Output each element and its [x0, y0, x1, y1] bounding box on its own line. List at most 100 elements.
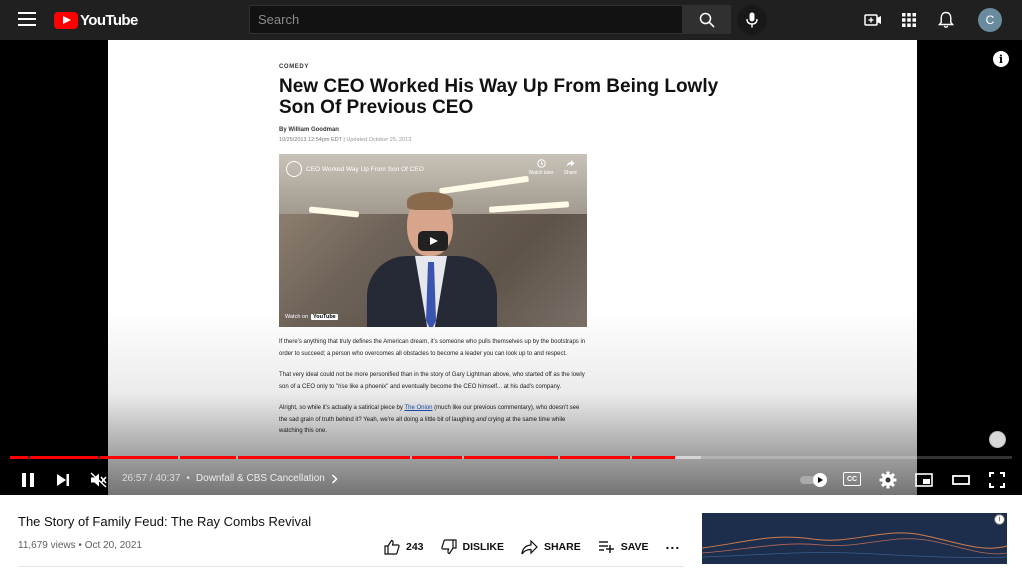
settings-button[interactable]	[876, 468, 900, 492]
chevron-right-icon[interactable]	[331, 473, 338, 484]
create-video-button[interactable]	[863, 10, 883, 30]
onion-logo-icon	[286, 161, 302, 177]
logo-wordmark: YouTube	[80, 11, 138, 29]
embed-watch-on-label: Watch on	[285, 314, 309, 320]
article-byline: By William Goodman	[279, 127, 339, 133]
search-box	[249, 5, 683, 34]
gear-icon	[879, 471, 897, 489]
embed-share-label: Share	[563, 170, 577, 176]
theater-mode-icon	[952, 475, 970, 485]
article-text-italic: and	[476, 416, 487, 423]
chapter-segment[interactable]	[30, 456, 98, 459]
notifications-button[interactable]	[936, 10, 956, 30]
video-meta: 11,679 views • Oct 20, 2021	[18, 540, 142, 551]
chapter-segment[interactable]	[180, 456, 236, 459]
youtube-play-icon	[54, 11, 78, 29]
time-text: 26:57 / 40:37	[122, 473, 180, 484]
search-input[interactable]	[250, 6, 682, 33]
current-time: 26:57	[122, 473, 148, 484]
info-card-button[interactable]: i	[993, 51, 1009, 67]
upload-date: Oct 20, 2021	[84, 540, 142, 551]
chapter-segment[interactable]	[928, 456, 1012, 459]
total-time: 40:37	[155, 473, 181, 484]
dislike-label: DISLIKE	[462, 541, 504, 553]
search-icon	[699, 12, 715, 28]
share-arrow-icon	[566, 160, 575, 167]
like-count: 243	[406, 541, 424, 553]
embed-play-icon	[418, 231, 448, 251]
account-avatar[interactable]: C	[978, 8, 1002, 32]
clock-icon	[536, 159, 546, 168]
view-count: 11,679 views	[18, 540, 76, 551]
article-paragraph: Alright, so while it's actually a satiri…	[279, 403, 589, 438]
volume-muted-icon	[90, 472, 107, 488]
video-frame: COMEDY New CEO Worked His Way Up From Be…	[108, 40, 917, 495]
hair	[407, 192, 453, 210]
save-label: SAVE	[620, 541, 649, 553]
video-player[interactable]: COMEDY New CEO Worked His Way Up From Be…	[0, 40, 1022, 495]
article-screenshot: COMEDY New CEO Worked His Way Up From Be…	[279, 64, 719, 438]
embed-youtube-logo: YouTube	[311, 314, 338, 320]
fullscreen-icon	[989, 472, 1005, 488]
embed-watch-later: Watch later	[529, 159, 554, 176]
embed-title: CEO Worked Way Up From Son Of CEO	[306, 165, 424, 173]
chapter-segment[interactable]	[728, 456, 898, 459]
miniplayer-button[interactable]	[912, 468, 936, 492]
article-text: Alright, so while it's actually a satiri…	[279, 405, 405, 411]
player-controls: 26:57 / 40:37 • Downfall & CBS Cancellat…	[0, 465, 1022, 495]
buffered-fill	[675, 456, 701, 459]
embed-actions: Watch later Share	[529, 159, 577, 176]
youtube-logo[interactable]: YouTube	[54, 10, 138, 30]
ad-info-icon[interactable]: i	[994, 514, 1005, 525]
ad-banner[interactable]	[702, 513, 1007, 564]
search-button[interactable]	[683, 5, 731, 34]
next-icon	[57, 474, 69, 486]
pause-button[interactable]	[16, 468, 40, 492]
chapter-segment[interactable]	[100, 456, 178, 459]
chapter-segment[interactable]	[412, 456, 462, 459]
progress-bar[interactable]	[10, 456, 1012, 459]
apps-grid-icon	[902, 13, 916, 27]
played-fill	[464, 456, 558, 459]
miniplayer-icon	[915, 473, 933, 487]
autoplay-toggle[interactable]	[800, 473, 828, 487]
theater-mode-button[interactable]	[949, 468, 973, 492]
subtitles-button[interactable]: CC	[843, 472, 861, 486]
save-button[interactable]: SAVE	[598, 540, 649, 554]
embed-watch-later-label: Watch later	[528, 170, 554, 176]
embed-share: Share	[564, 159, 577, 176]
next-button[interactable]	[51, 468, 75, 492]
dislike-button[interactable]: DISLIKE	[440, 539, 504, 555]
embed-watch-on: Watch on YouTube	[285, 314, 338, 320]
chapter-segment[interactable]	[10, 456, 28, 459]
create-video-icon	[864, 14, 881, 26]
share-button[interactable]: SHARE	[521, 539, 581, 555]
more-actions-button[interactable]: ...	[666, 536, 681, 552]
mute-button[interactable]	[87, 468, 111, 492]
chapter-segment[interactable]	[560, 456, 630, 459]
chapter-segment[interactable]	[464, 456, 558, 459]
microphone-icon	[746, 12, 758, 28]
voice-search-button[interactable]	[737, 5, 767, 35]
article-date-text: 10/25/2013 12:54pm EDT |	[279, 137, 347, 143]
played-fill	[100, 456, 178, 459]
apps-button[interactable]	[899, 10, 919, 30]
menu-icon[interactable]	[18, 12, 36, 26]
chapter-separator: •	[186, 473, 190, 484]
chapter-segment[interactable]	[632, 456, 726, 459]
like-button[interactable]: 243	[384, 539, 424, 555]
fullscreen-button[interactable]	[985, 468, 1009, 492]
article-title: New CEO Worked His Way Up From Being Low…	[279, 76, 719, 118]
share-label: SHARE	[543, 541, 581, 553]
channel-watermark[interactable]	[989, 431, 1006, 448]
chapter-segment[interactable]	[900, 456, 926, 459]
autoplay-play-icon	[813, 473, 827, 487]
chapter-segment[interactable]	[238, 456, 410, 459]
thumbs-down-icon	[440, 539, 457, 555]
played-fill	[10, 456, 28, 459]
article-category: COMEDY	[279, 64, 309, 70]
article-paragraph: That very ideal could not be more person…	[279, 372, 585, 390]
chapter-title[interactable]: Downfall & CBS Cancellation	[196, 473, 325, 484]
share-icon	[521, 539, 538, 554]
time-display: 26:57 / 40:37 • Downfall & CBS Cancellat…	[122, 473, 338, 484]
